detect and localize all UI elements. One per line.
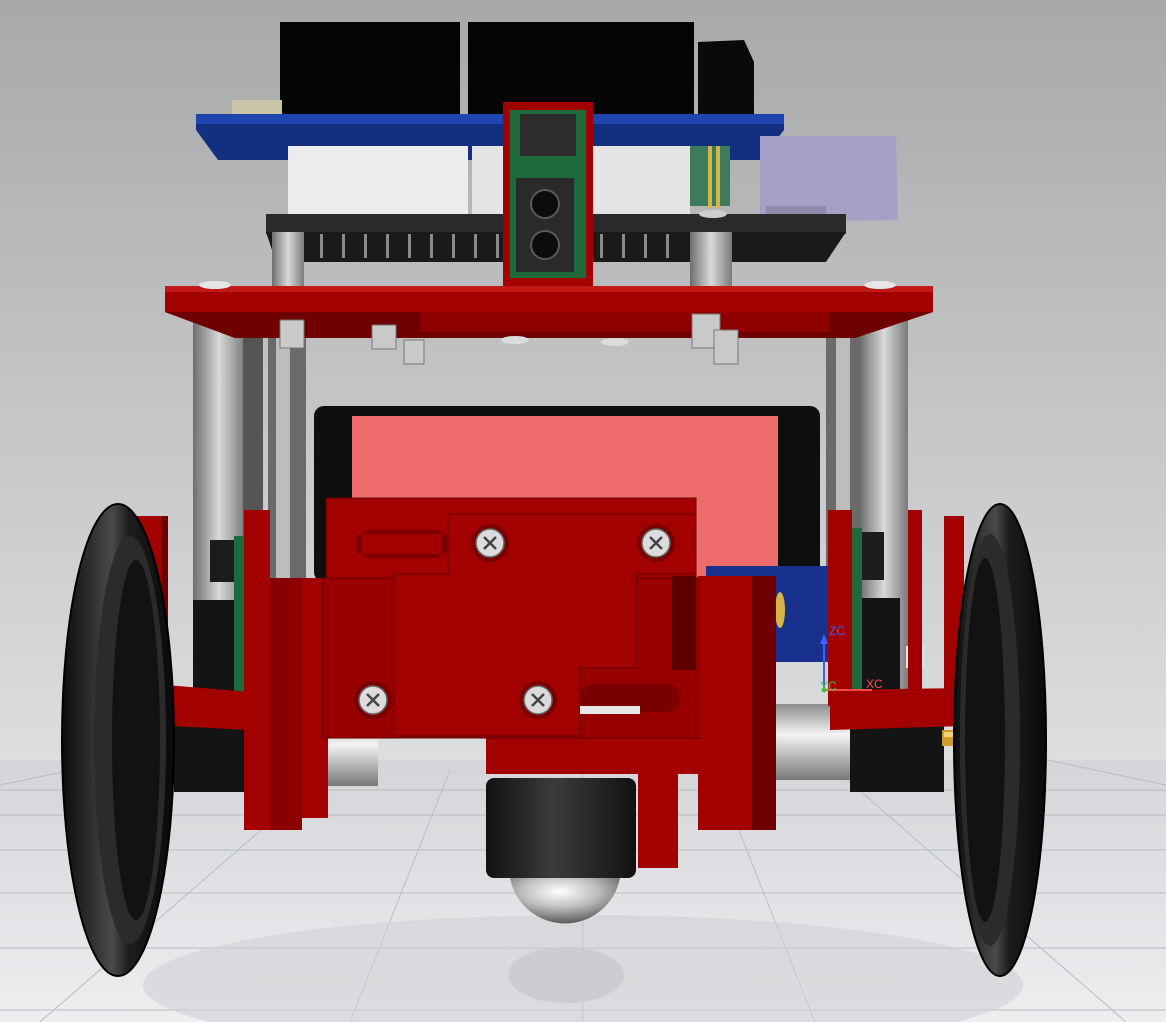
screw-icon bbox=[637, 524, 675, 562]
right-wheel bbox=[953, 503, 1047, 977]
robot-cad-model[interactable]: ZC XC YC bbox=[0, 0, 1166, 1022]
sensor-bracket bbox=[503, 102, 593, 310]
y-axis-label: YC bbox=[820, 679, 837, 693]
screw-icon bbox=[519, 681, 557, 719]
screw-icon bbox=[354, 681, 392, 719]
left-wheel bbox=[61, 503, 175, 977]
x-axis-label: XC bbox=[866, 677, 883, 691]
z-axis-label: ZC bbox=[829, 624, 845, 638]
screw-icon bbox=[471, 524, 509, 562]
cad-3d-viewport[interactable]: ZC XC YC bbox=[0, 0, 1166, 1022]
